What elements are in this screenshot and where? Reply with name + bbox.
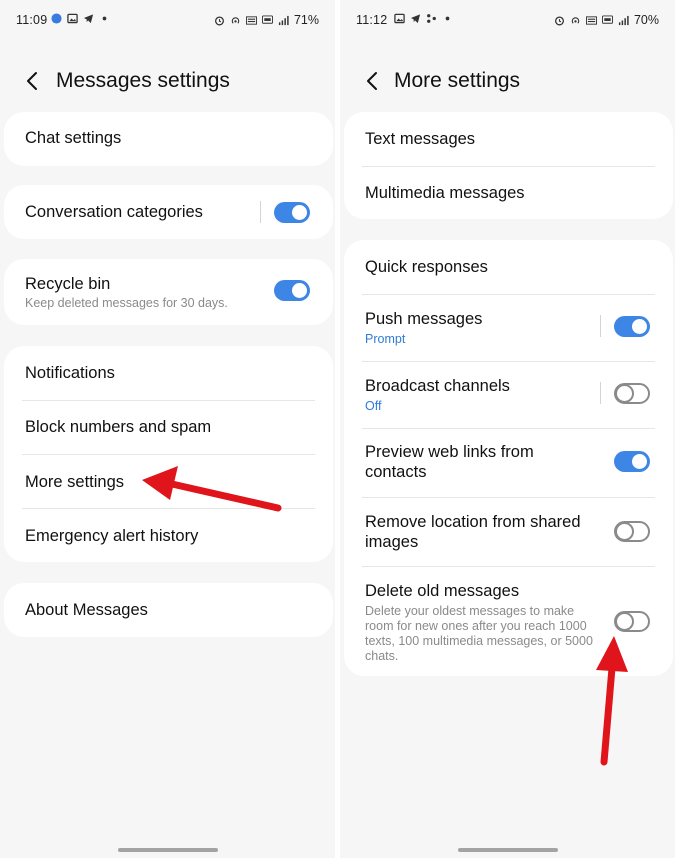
vertical-divider	[260, 201, 261, 223]
broadcast-channels-item[interactable]: Broadcast channels Off	[344, 361, 673, 428]
remove-location-toggle[interactable]	[614, 521, 650, 542]
dot-icon	[445, 16, 450, 21]
delete-old-messages-description: Delete your oldest messages to make room…	[365, 604, 593, 663]
system-icons: 70%	[554, 13, 659, 27]
gesture-bar[interactable]	[457, 848, 558, 852]
page-title: Messages settings	[56, 69, 230, 92]
delete-old-messages-toggle[interactable]	[614, 611, 650, 632]
battery-percent: 71%	[293, 13, 319, 27]
notifications-group-card: Notifications Block numbers and spam Mor…	[4, 346, 333, 562]
more-settings-item[interactable]: More settings	[4, 454, 333, 508]
push-messages-item[interactable]: Push messages Prompt	[344, 294, 673, 361]
preview-web-links-item[interactable]: Preview web links from contacts	[344, 428, 673, 497]
status-bar: 11:12 70%	[340, 0, 675, 40]
recycle-bin-description: Keep deleted messages for 30 days.	[25, 296, 228, 310]
system-icons: 71%	[214, 13, 319, 27]
quick-responses-label: Quick responses	[365, 258, 488, 276]
chat-settings-item[interactable]: Chat settings	[4, 112, 333, 166]
broadcast-channels-toggle[interactable]	[614, 383, 650, 404]
status-bar: 11:09 71%	[0, 0, 335, 40]
recycle-bin-card: Recycle bin Keep deleted messages for 30…	[4, 259, 333, 325]
conversation-categories-item[interactable]: Conversation categories	[4, 185, 333, 239]
vertical-divider	[600, 315, 601, 337]
broadcast-channels-value: Off	[365, 399, 382, 413]
page-title: More settings	[394, 69, 521, 92]
gesture-bar[interactable]	[117, 848, 218, 852]
status-time: 11:09	[16, 13, 48, 27]
status-time: 11:12	[356, 13, 388, 27]
message-types-card: Text messages Multimedia messages	[344, 112, 673, 219]
app-badge-icon	[51, 13, 62, 24]
alarm-icon	[214, 15, 224, 25]
about-messages-label: About Messages	[25, 601, 148, 619]
preview-web-links-toggle[interactable]	[614, 451, 650, 472]
delete-old-messages-item[interactable]: Delete old messages Delete your oldest m…	[344, 566, 673, 676]
push-messages-toggle[interactable]	[614, 316, 650, 337]
signal-icon	[278, 15, 289, 25]
push-messages-label: Push messages	[365, 310, 483, 328]
recycle-bin-toggle[interactable]	[274, 280, 310, 301]
signal-icon	[618, 15, 629, 25]
alarm-icon	[554, 15, 564, 25]
chat-settings-card: Chat settings	[4, 112, 333, 166]
right-screen: 11:12 70% More settings Text messages Mu…	[340, 0, 675, 858]
volte-icon	[585, 15, 597, 25]
notification-icons	[51, 13, 110, 24]
multimedia-messages-label: Multimedia messages	[365, 184, 525, 202]
more-options-card: Quick responses Push messages Prompt Bro…	[344, 240, 673, 676]
page-header: Messages settings	[0, 60, 335, 104]
5g-icon	[601, 14, 613, 24]
delete-old-messages-label: Delete old messages	[365, 582, 520, 600]
about-card: About Messages	[4, 583, 333, 637]
notifications-label: Notifications	[25, 364, 115, 382]
left-screen: 11:09 71% Messages settings Chat setting…	[0, 0, 335, 858]
notifications-item[interactable]: Notifications	[4, 346, 333, 400]
conversation-categories-label: Conversation categories	[25, 203, 203, 221]
block-numbers-label: Block numbers and spam	[25, 418, 212, 436]
more-settings-label: More settings	[25, 473, 125, 491]
hotspot-icon	[571, 16, 580, 24]
preview-web-links-label: Preview web links from contacts	[365, 443, 534, 481]
remove-location-item[interactable]: Remove location from shared images	[344, 497, 673, 566]
vertical-divider	[600, 382, 601, 404]
volte-icon	[245, 15, 257, 25]
hotspot-icon	[231, 16, 240, 24]
multimedia-messages-item[interactable]: Multimedia messages	[344, 166, 673, 219]
chat-settings-label: Chat settings	[25, 129, 122, 147]
remove-location-label: Remove location from shared images	[365, 513, 581, 551]
text-messages-label: Text messages	[365, 130, 476, 148]
emergency-alert-label: Emergency alert history	[25, 527, 199, 545]
back-arrow-icon[interactable]	[22, 70, 44, 92]
quick-responses-item[interactable]: Quick responses	[344, 240, 673, 294]
emergency-alert-item[interactable]: Emergency alert history	[4, 508, 333, 562]
conversation-categories-card: Conversation categories	[4, 185, 333, 239]
gallery-icon	[394, 13, 405, 24]
telegram-icon	[410, 14, 421, 24]
page-header: More settings	[340, 60, 675, 104]
5g-icon	[261, 14, 273, 24]
battery-percent: 70%	[633, 13, 659, 27]
dot-icon	[102, 16, 107, 21]
notification-icons	[394, 13, 453, 24]
telegram-icon	[83, 14, 94, 24]
recycle-bin-label: Recycle bin	[25, 275, 111, 293]
gallery-icon	[67, 13, 78, 24]
recycle-bin-item[interactable]: Recycle bin Keep deleted messages for 30…	[4, 259, 333, 325]
back-arrow-icon[interactable]	[362, 70, 384, 92]
bluetooth-share-icon	[427, 14, 436, 23]
block-numbers-item[interactable]: Block numbers and spam	[4, 400, 333, 454]
conversation-categories-toggle[interactable]	[274, 202, 310, 223]
about-messages-item[interactable]: About Messages	[4, 583, 333, 637]
broadcast-channels-label: Broadcast channels	[365, 377, 510, 395]
text-messages-item[interactable]: Text messages	[344, 112, 673, 166]
push-messages-value: Prompt	[365, 332, 406, 346]
